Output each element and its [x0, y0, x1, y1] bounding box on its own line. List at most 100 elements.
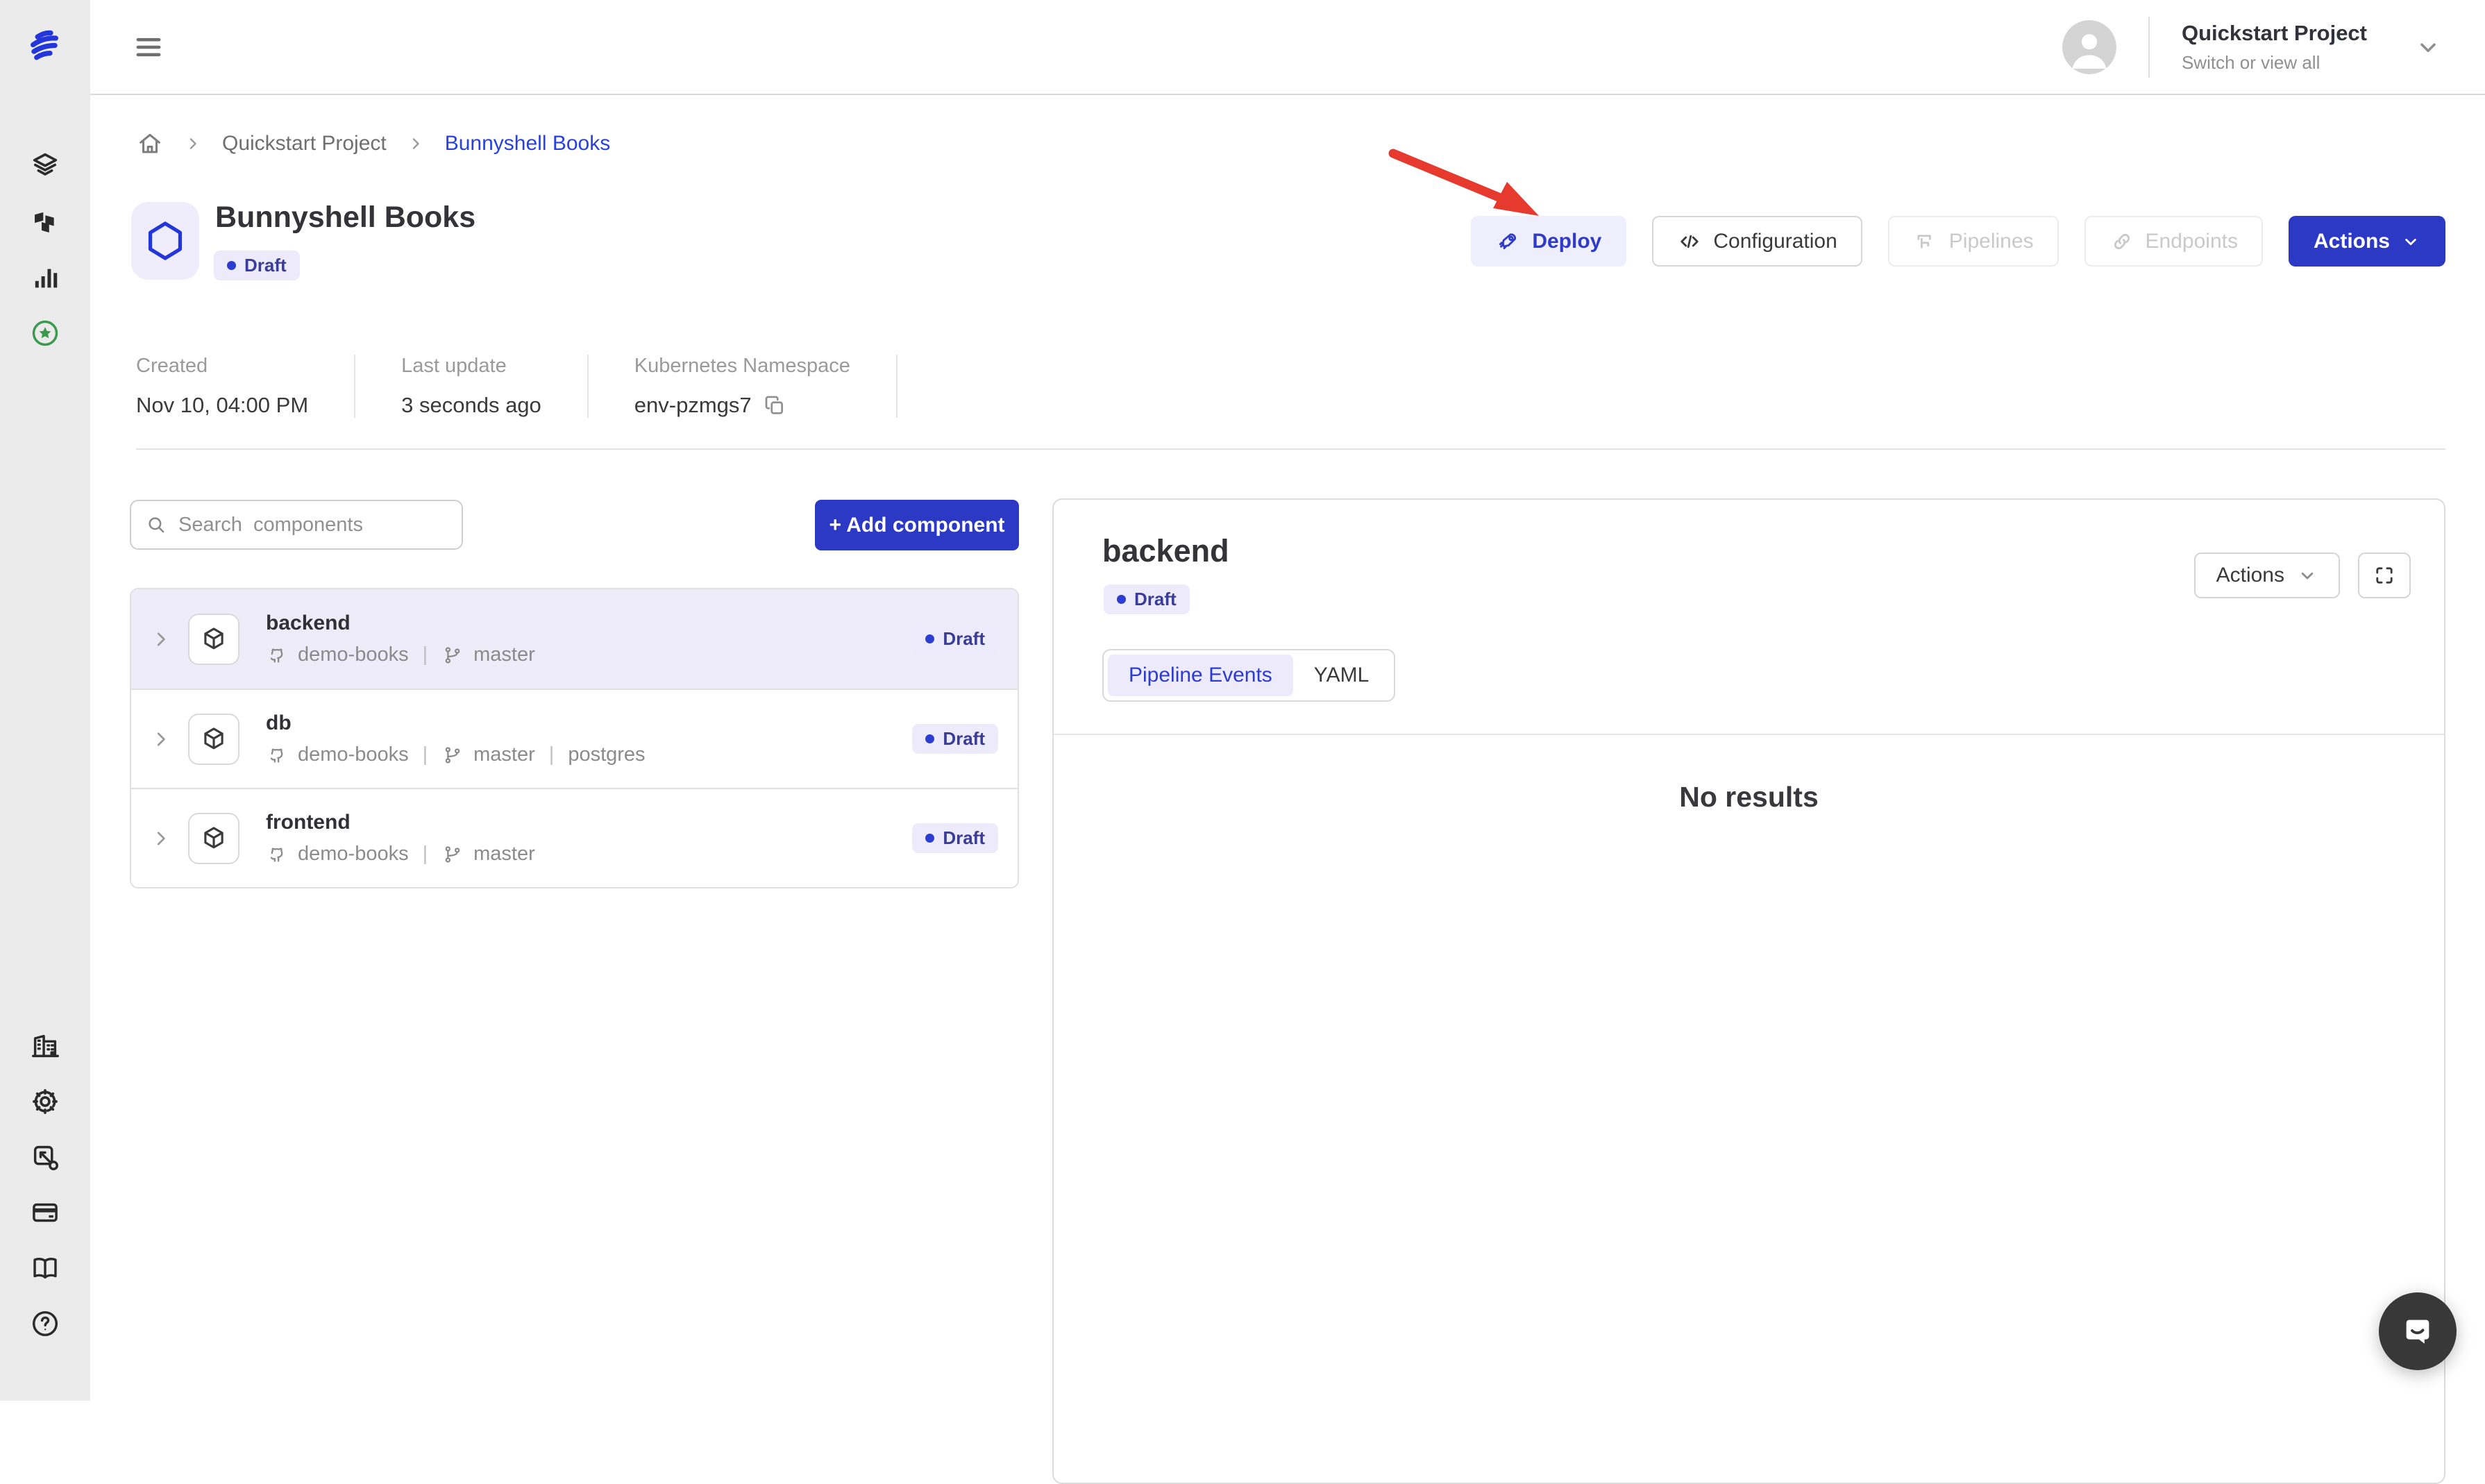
chevron-right-icon[interactable]	[151, 629, 171, 650]
breadcrumb-current: Bunnyshell Books	[444, 132, 611, 155]
export-icon[interactable]	[29, 1141, 61, 1173]
branch-name: master	[473, 643, 535, 666]
repo-name: demo-books	[298, 743, 409, 766]
breadcrumb: Quickstart Project Bunnyshell Books	[136, 130, 610, 158]
fullscreen-button[interactable]	[2358, 553, 2411, 598]
environment-hexagon-icon	[131, 202, 199, 280]
chevron-right-icon	[185, 135, 201, 152]
cube-icon	[188, 613, 239, 665]
code-icon	[1680, 235, 1699, 248]
left-sidebar	[0, 0, 90, 1401]
star-circle-icon[interactable]	[29, 317, 61, 349]
project-switcher-title: Quickstart Project	[2181, 21, 2367, 46]
repo-name: demo-books	[298, 843, 409, 865]
component-status-badge: Draft	[912, 823, 998, 853]
section-divider	[136, 448, 2445, 450]
meta-last-update: Last update 3 seconds ago	[401, 355, 589, 418]
separator	[545, 743, 559, 766]
help-icon[interactable]	[29, 1308, 61, 1340]
component-row-backend[interactable]: backend demo-books master	[131, 589, 1018, 689]
component-status-badge: Draft	[912, 624, 998, 654]
chevron-right-icon[interactable]	[151, 729, 171, 750]
git-branch-icon	[445, 746, 460, 764]
meta-namespace: Kubernetes Namespace env-pzmgs7	[634, 355, 898, 418]
add-component-button[interactable]: + Add component	[815, 500, 1019, 550]
cube-icon	[188, 713, 239, 765]
git-branch-icon	[445, 845, 460, 863]
project-switcher-subtitle: Switch or view all	[2181, 51, 2320, 73]
environment-toolbar: Deploy Configuration Pipelines Endpoints…	[1471, 216, 2445, 267]
component-name: backend	[266, 612, 351, 634]
component-detail-panel: backend Draft Actions Pipeline Events YA…	[1052, 498, 2445, 1484]
organization-icon[interactable]	[29, 1030, 61, 1062]
breadcrumb-project-link[interactable]: Quickstart Project	[222, 132, 387, 155]
panel-divider	[1054, 734, 2444, 735]
rocket-icon	[1499, 233, 1517, 249]
chevron-down-icon	[2405, 238, 2416, 245]
main-content: Quickstart Project Bunnyshell Books Bunn…	[90, 96, 2485, 1484]
branch-name: master	[473, 743, 535, 766]
deploy-button[interactable]: Deploy	[1471, 216, 1627, 267]
layers-icon[interactable]	[29, 149, 61, 180]
separator	[419, 843, 432, 866]
bar-chart-icon[interactable]	[29, 262, 61, 294]
configuration-button[interactable]: Configuration	[1652, 216, 1862, 267]
search-input[interactable]	[178, 513, 448, 537]
panel-status-badge: Draft	[1104, 584, 1190, 614]
header-divider	[2148, 16, 2150, 78]
book-icon[interactable]	[29, 1252, 61, 1284]
link-icon	[2114, 233, 2130, 249]
terraform-icon[interactable]	[29, 206, 61, 238]
fullscreen-icon	[2376, 567, 2393, 584]
chevron-right-icon	[407, 135, 424, 152]
panel-actions-dropdown[interactable]: Actions	[2193, 553, 2340, 598]
billing-card-icon[interactable]	[29, 1197, 61, 1229]
git-branch-icon	[445, 646, 460, 664]
component-row-db[interactable]: db demo-books master postgres	[131, 689, 1018, 788]
panel-title: backend	[1102, 533, 1229, 568]
chat-launcher-button[interactable]	[2379, 1292, 2457, 1370]
namespace-value: env-pzmgs7	[634, 393, 752, 417]
chat-bubble-icon	[2406, 1319, 2429, 1344]
component-status-badge: Draft	[912, 724, 998, 754]
actions-dropdown-button[interactable]: Actions	[2288, 216, 2445, 267]
branch-name: master	[473, 843, 535, 865]
repo-name: demo-books	[298, 643, 409, 666]
bunnyshell-logo-icon[interactable]	[23, 24, 67, 68]
search-icon	[149, 517, 165, 533]
environment-meta: Created Nov 10, 04:00 PM Last update 3 s…	[136, 355, 943, 418]
chevron-right-icon[interactable]	[151, 828, 171, 849]
pipeline-icon	[1917, 234, 1931, 248]
cube-icon	[188, 812, 239, 864]
component-name: frontend	[266, 811, 351, 834]
empty-results-message: No results	[1679, 781, 1819, 813]
copy-icon[interactable]	[763, 394, 786, 417]
meta-created: Created Nov 10, 04:00 PM	[136, 355, 356, 418]
hamburger-menu-icon[interactable]	[130, 29, 167, 65]
user-avatar[interactable]	[2062, 19, 2116, 74]
component-row-frontend[interactable]: frontend demo-books master	[131, 788, 1018, 887]
chevron-down-icon	[2301, 572, 2314, 580]
separator	[419, 643, 432, 666]
component-name: db	[266, 711, 292, 734]
endpoints-button[interactable]: Endpoints	[2084, 216, 2263, 267]
pipelines-button[interactable]: Pipelines	[1887, 216, 2059, 267]
component-extra: postgres	[568, 743, 646, 766]
environment-status-badge: Draft	[214, 251, 300, 280]
github-icon	[270, 748, 283, 763]
github-icon	[270, 648, 283, 663]
environment-name: Bunnyshell Books	[215, 201, 476, 234]
status-dot	[227, 261, 236, 270]
project-switcher[interactable]: Quickstart Project Switch or view all	[2182, 20, 2367, 73]
tab-yaml[interactable]: YAML	[1293, 655, 1390, 696]
settings-gear-icon[interactable]	[29, 1086, 61, 1118]
separator	[419, 743, 432, 766]
component-list: backend demo-books master	[130, 588, 1019, 888]
panel-tabs: Pipeline Events YAML	[1102, 649, 1396, 702]
component-search	[130, 500, 463, 550]
chevron-down-icon[interactable]	[2416, 35, 2441, 60]
top-header: Quickstart Project Switch or view all	[90, 0, 2485, 95]
github-icon	[270, 847, 283, 862]
home-icon[interactable]	[136, 130, 164, 158]
tab-pipeline-events[interactable]: Pipeline Events	[1108, 655, 1293, 696]
